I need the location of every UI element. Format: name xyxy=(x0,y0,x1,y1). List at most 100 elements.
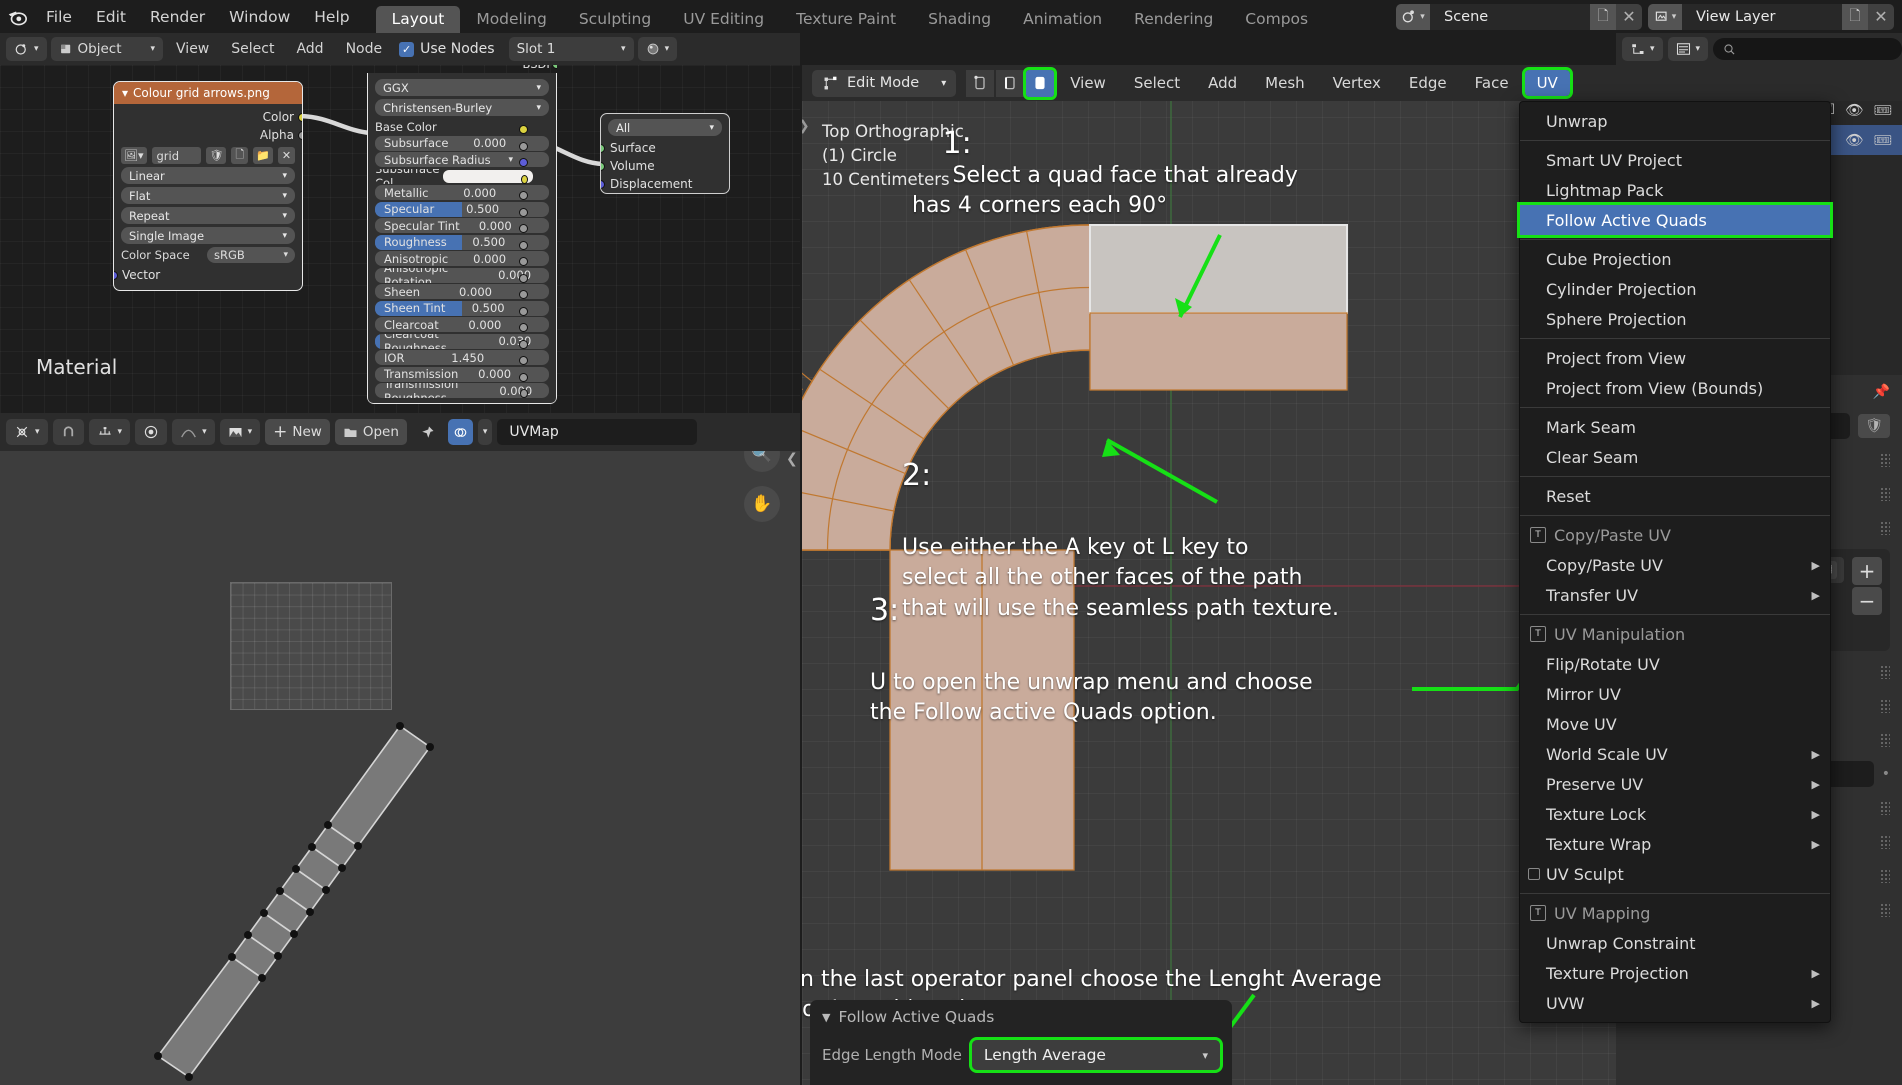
triangle-down-icon[interactable]: ▼ xyxy=(822,1011,830,1024)
uv-menu-item-unwrap-constraint[interactable]: Unwrap Constraint xyxy=(1520,928,1830,958)
bsdf-input-socket[interactable] xyxy=(518,141,528,151)
shading-type-selector[interactable]: Object ▾ xyxy=(50,37,164,61)
uv-menu-item-transfer-uv[interactable]: Transfer UV ▶ xyxy=(1520,580,1830,610)
uv-menu-item-project-from-view[interactable]: Project from View xyxy=(1520,343,1830,373)
bsdf-input-socket[interactable] xyxy=(519,125,528,134)
bsdf-prop-specular-tint[interactable]: Specular Tint 0.000 xyxy=(375,218,549,233)
viewport-menu-uv[interactable]: UV xyxy=(1521,67,1573,99)
viewport-menu-mesh[interactable]: Mesh xyxy=(1253,70,1317,96)
uv-menu-item-copy-paste-uv[interactable]: Copy/Paste UV ▶ xyxy=(1520,550,1830,580)
uv-menu-item-sphere-projection[interactable]: Sphere Projection xyxy=(1520,304,1830,334)
viewport-toolbar-toggle[interactable]: ❯ xyxy=(802,118,810,134)
drag-handle[interactable] xyxy=(1880,665,1890,679)
image-node-output-color[interactable]: Color xyxy=(114,108,302,126)
use-nodes-checkbox[interactable]: ✓ xyxy=(399,41,415,57)
pin-icon[interactable] xyxy=(412,419,443,445)
workspace-tab-texture-paint[interactable]: Texture Paint xyxy=(780,6,912,33)
bsdf-input-socket[interactable] xyxy=(519,257,528,266)
menu-edit[interactable]: Edit xyxy=(84,0,138,33)
snap-magnet-icon[interactable] xyxy=(52,419,84,445)
uv-sidebar-toggle[interactable]: ❮ xyxy=(786,451,798,467)
camera-icon[interactable]: 🎟 xyxy=(1874,132,1892,149)
uv-menu-item-unwrap[interactable]: Unwrap xyxy=(1520,106,1830,136)
viewport-menu-select[interactable]: Select xyxy=(1122,70,1192,96)
node-menu-select[interactable]: Select xyxy=(222,41,283,57)
uv-menu-item-preserve-uv[interactable]: Preserve UV ▶ xyxy=(1520,769,1830,799)
view-layer-selector[interactable]: ▾ View Layer 🗋 ✕ xyxy=(1648,3,1894,30)
bsdf-output-row[interactable]: BSDF xyxy=(367,65,557,73)
image-browse-icon[interactable]: 🖼▾ xyxy=(121,147,147,164)
bsdf-prop-transmission-roughness[interactable]: Transmission Roughness 0.000 xyxy=(375,383,549,398)
folder-icon[interactable]: 📁 xyxy=(253,147,273,164)
uv-menu-item-cube-projection[interactable]: Cube Projection xyxy=(1520,244,1830,274)
material-output-node[interactable]: All ▾ Surface Volume Displacement xyxy=(600,113,730,194)
alpha-socket[interactable] xyxy=(298,130,302,140)
new-image-button[interactable]: + New xyxy=(265,419,330,445)
bsdf-prop-transmission[interactable]: Transmission 0.000 xyxy=(375,366,549,382)
viewport-menu-vertex[interactable]: Vertex xyxy=(1321,70,1393,96)
uv-menu-item-smart-uv-project[interactable]: Smart UV Project xyxy=(1520,145,1830,175)
proportional-editing-icon[interactable]: ▾ xyxy=(172,419,215,445)
menu-file[interactable]: File xyxy=(34,0,84,33)
add-uv-map-button[interactable]: + xyxy=(1852,557,1882,585)
viewport-menu-face[interactable]: Face xyxy=(1463,70,1521,96)
bsdf-prop-sheen-tint[interactable]: Sheen Tint 0.500 xyxy=(375,300,549,316)
drag-handle[interactable] xyxy=(1880,733,1890,747)
workspace-tab-rendering[interactable]: Rendering xyxy=(1118,6,1229,33)
image-name-field[interactable]: Colour grid arrow... xyxy=(151,147,202,164)
drag-handle[interactable] xyxy=(1880,869,1890,883)
displacement-socket[interactable] xyxy=(601,179,605,189)
bsdf-input-socket[interactable] xyxy=(519,339,528,349)
shader-node-canvas[interactable]: ▾ Colour grid arrows.png Color Alpha 🖼▾ … xyxy=(0,65,800,413)
bsdf-prop-subsurface[interactable]: Subsurface 0.000 xyxy=(375,135,549,151)
duplicate-icon[interactable]: 🗋 xyxy=(231,147,249,164)
material-slot-selector[interactable]: Slot 1 ▾ xyxy=(508,37,634,61)
bsdf-input-socket[interactable] xyxy=(519,191,528,200)
bsdf-input-socket[interactable] xyxy=(519,273,528,283)
interpolation-dropdown[interactable]: Linear ▾ xyxy=(121,167,295,184)
scene-icon[interactable]: ▾ xyxy=(1396,3,1430,30)
vertex-select-icon[interactable] xyxy=(966,69,995,97)
image-node-image-row[interactable]: 🖼▾ Colour grid arrow... 🛡 🗋 📁 ✕ xyxy=(121,147,295,164)
bsdf-prop-metallic[interactable]: Metallic 0.000 xyxy=(375,185,549,200)
fake-user-shield-icon[interactable]: 🛡 xyxy=(1858,414,1890,438)
uv-menu-item-move-uv[interactable]: Move UV xyxy=(1520,709,1830,739)
bsdf-prop-ior[interactable]: IOR 1.450 xyxy=(375,350,549,365)
bsdf-input-socket[interactable] xyxy=(518,240,528,250)
view-layer-close-icon[interactable]: ✕ xyxy=(1868,3,1894,30)
surface-socket[interactable] xyxy=(601,143,605,153)
viewport-menu-view[interactable]: View xyxy=(1058,70,1118,96)
subsurface-method-dropdown[interactable]: Christensen-Burley ▾ xyxy=(375,99,549,116)
uv-menu-item-flip-rotate-uv[interactable]: Flip/Rotate UV xyxy=(1520,649,1830,679)
uv-editor-type-selector[interactable]: ▾ xyxy=(6,419,48,445)
uv-menu-item-texture-lock[interactable]: Texture Lock ▶ xyxy=(1520,799,1830,829)
drag-handle[interactable] xyxy=(1880,835,1890,849)
drag-handle[interactable] xyxy=(1880,699,1890,713)
node-menu-add[interactable]: Add xyxy=(287,41,332,57)
color-socket[interactable] xyxy=(298,112,302,122)
view-layer-icon[interactable]: ▾ xyxy=(1648,3,1682,30)
bsdf-prop-clearcoat[interactable]: Clearcoat 0.000 xyxy=(375,317,549,332)
bsdf-input-socket[interactable] xyxy=(519,290,528,299)
uv-editor-canvas[interactable]: 5: Result of unwrap is straightened UV's… xyxy=(0,451,800,1085)
image-node-input-vector[interactable]: Vector xyxy=(114,266,302,284)
collapse-triangle-icon[interactable]: ▾ xyxy=(122,86,128,100)
zoom-icon[interactable]: 🔍 xyxy=(744,451,780,472)
distribution-dropdown[interactable]: GGX ▾ xyxy=(375,79,549,96)
outliner-display-mode-icon[interactable]: ▾ xyxy=(1667,37,1709,61)
vector-socket[interactable] xyxy=(114,270,118,280)
menu-help[interactable]: Help xyxy=(302,0,361,33)
editor-type-selector[interactable]: ▾ xyxy=(6,37,47,61)
close-icon[interactable]: ✕ xyxy=(278,147,295,164)
workspace-tab-layout[interactable]: Layout xyxy=(375,5,461,33)
edge-length-mode-select[interactable]: Length Average ▾ xyxy=(968,1037,1224,1073)
uv-menu-item-world-scale-uv[interactable]: World Scale UV ▶ xyxy=(1520,739,1830,769)
node-menu-view[interactable]: View xyxy=(167,41,218,57)
bsdf-prop-sheen[interactable]: Sheen 0.000 xyxy=(375,284,549,299)
fake-user-icon[interactable]: 🛡 xyxy=(206,147,227,164)
bsdf-prop-roughness[interactable]: Roughness 0.500 xyxy=(375,234,549,250)
bsdf-input-socket[interactable] xyxy=(518,372,528,382)
scene-duplicate-icon[interactable]: 🗋 xyxy=(1590,3,1616,30)
image-node-output-alpha[interactable]: Alpha xyxy=(114,126,302,144)
uv-menu-item-reset[interactable]: Reset xyxy=(1520,481,1830,511)
